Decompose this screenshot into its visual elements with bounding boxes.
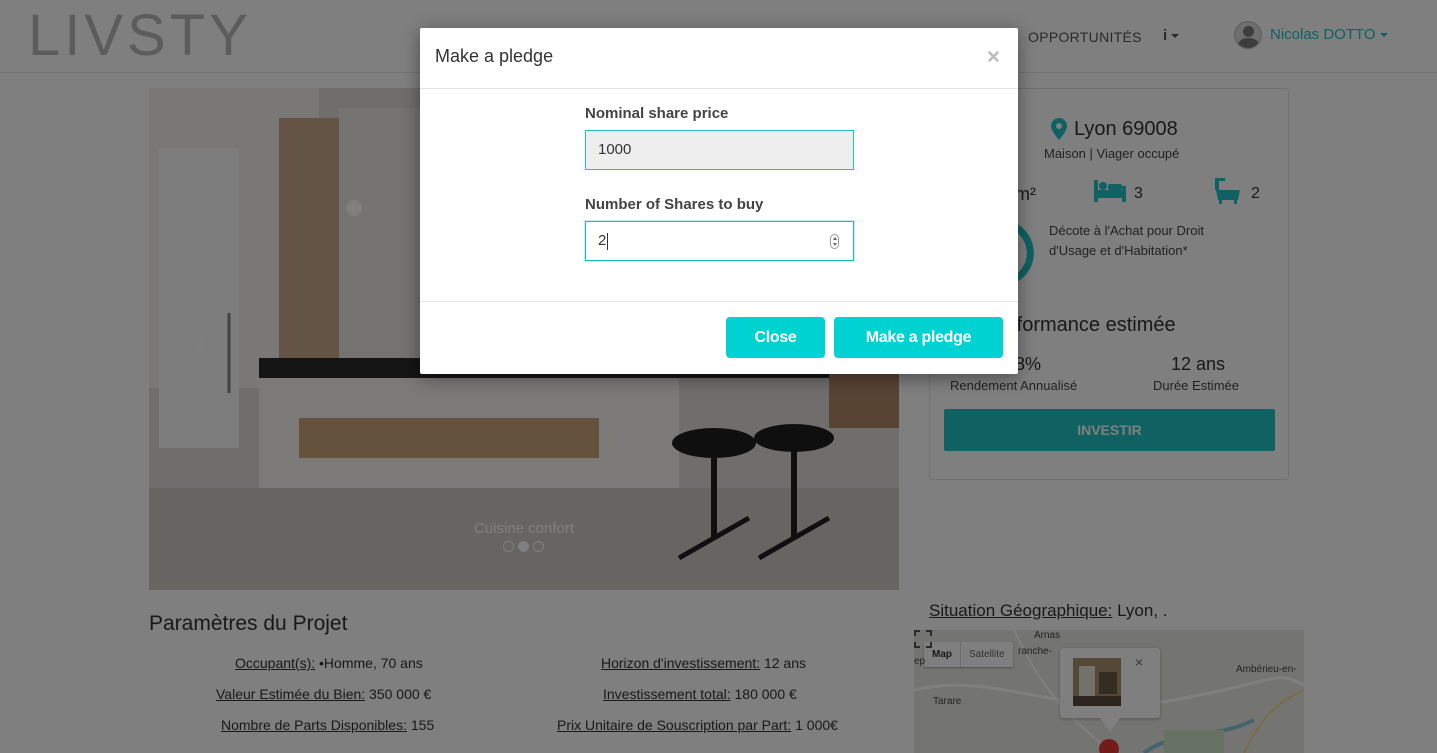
number-spinner-icon[interactable] (830, 234, 839, 249)
modal-title: Make a pledge (435, 46, 554, 66)
close-button[interactable]: Close (726, 317, 825, 358)
modal-header: Make a pledge × (420, 28, 1018, 89)
make-pledge-button[interactable]: Make a pledge (834, 317, 1003, 358)
shares-input[interactable]: 2 (585, 221, 854, 261)
nominal-price-label: Nominal share price (585, 105, 729, 122)
pledge-modal: Make a pledge × Nominal share price 1000… (420, 28, 1018, 374)
nominal-price-input[interactable]: 1000 (585, 130, 854, 170)
close-icon[interactable]: × (987, 46, 1000, 68)
modal-footer-divider (420, 301, 1018, 302)
shares-input-value: 2 (598, 232, 607, 249)
shares-label: Number of Shares to buy (585, 196, 764, 213)
text-cursor (607, 232, 609, 250)
